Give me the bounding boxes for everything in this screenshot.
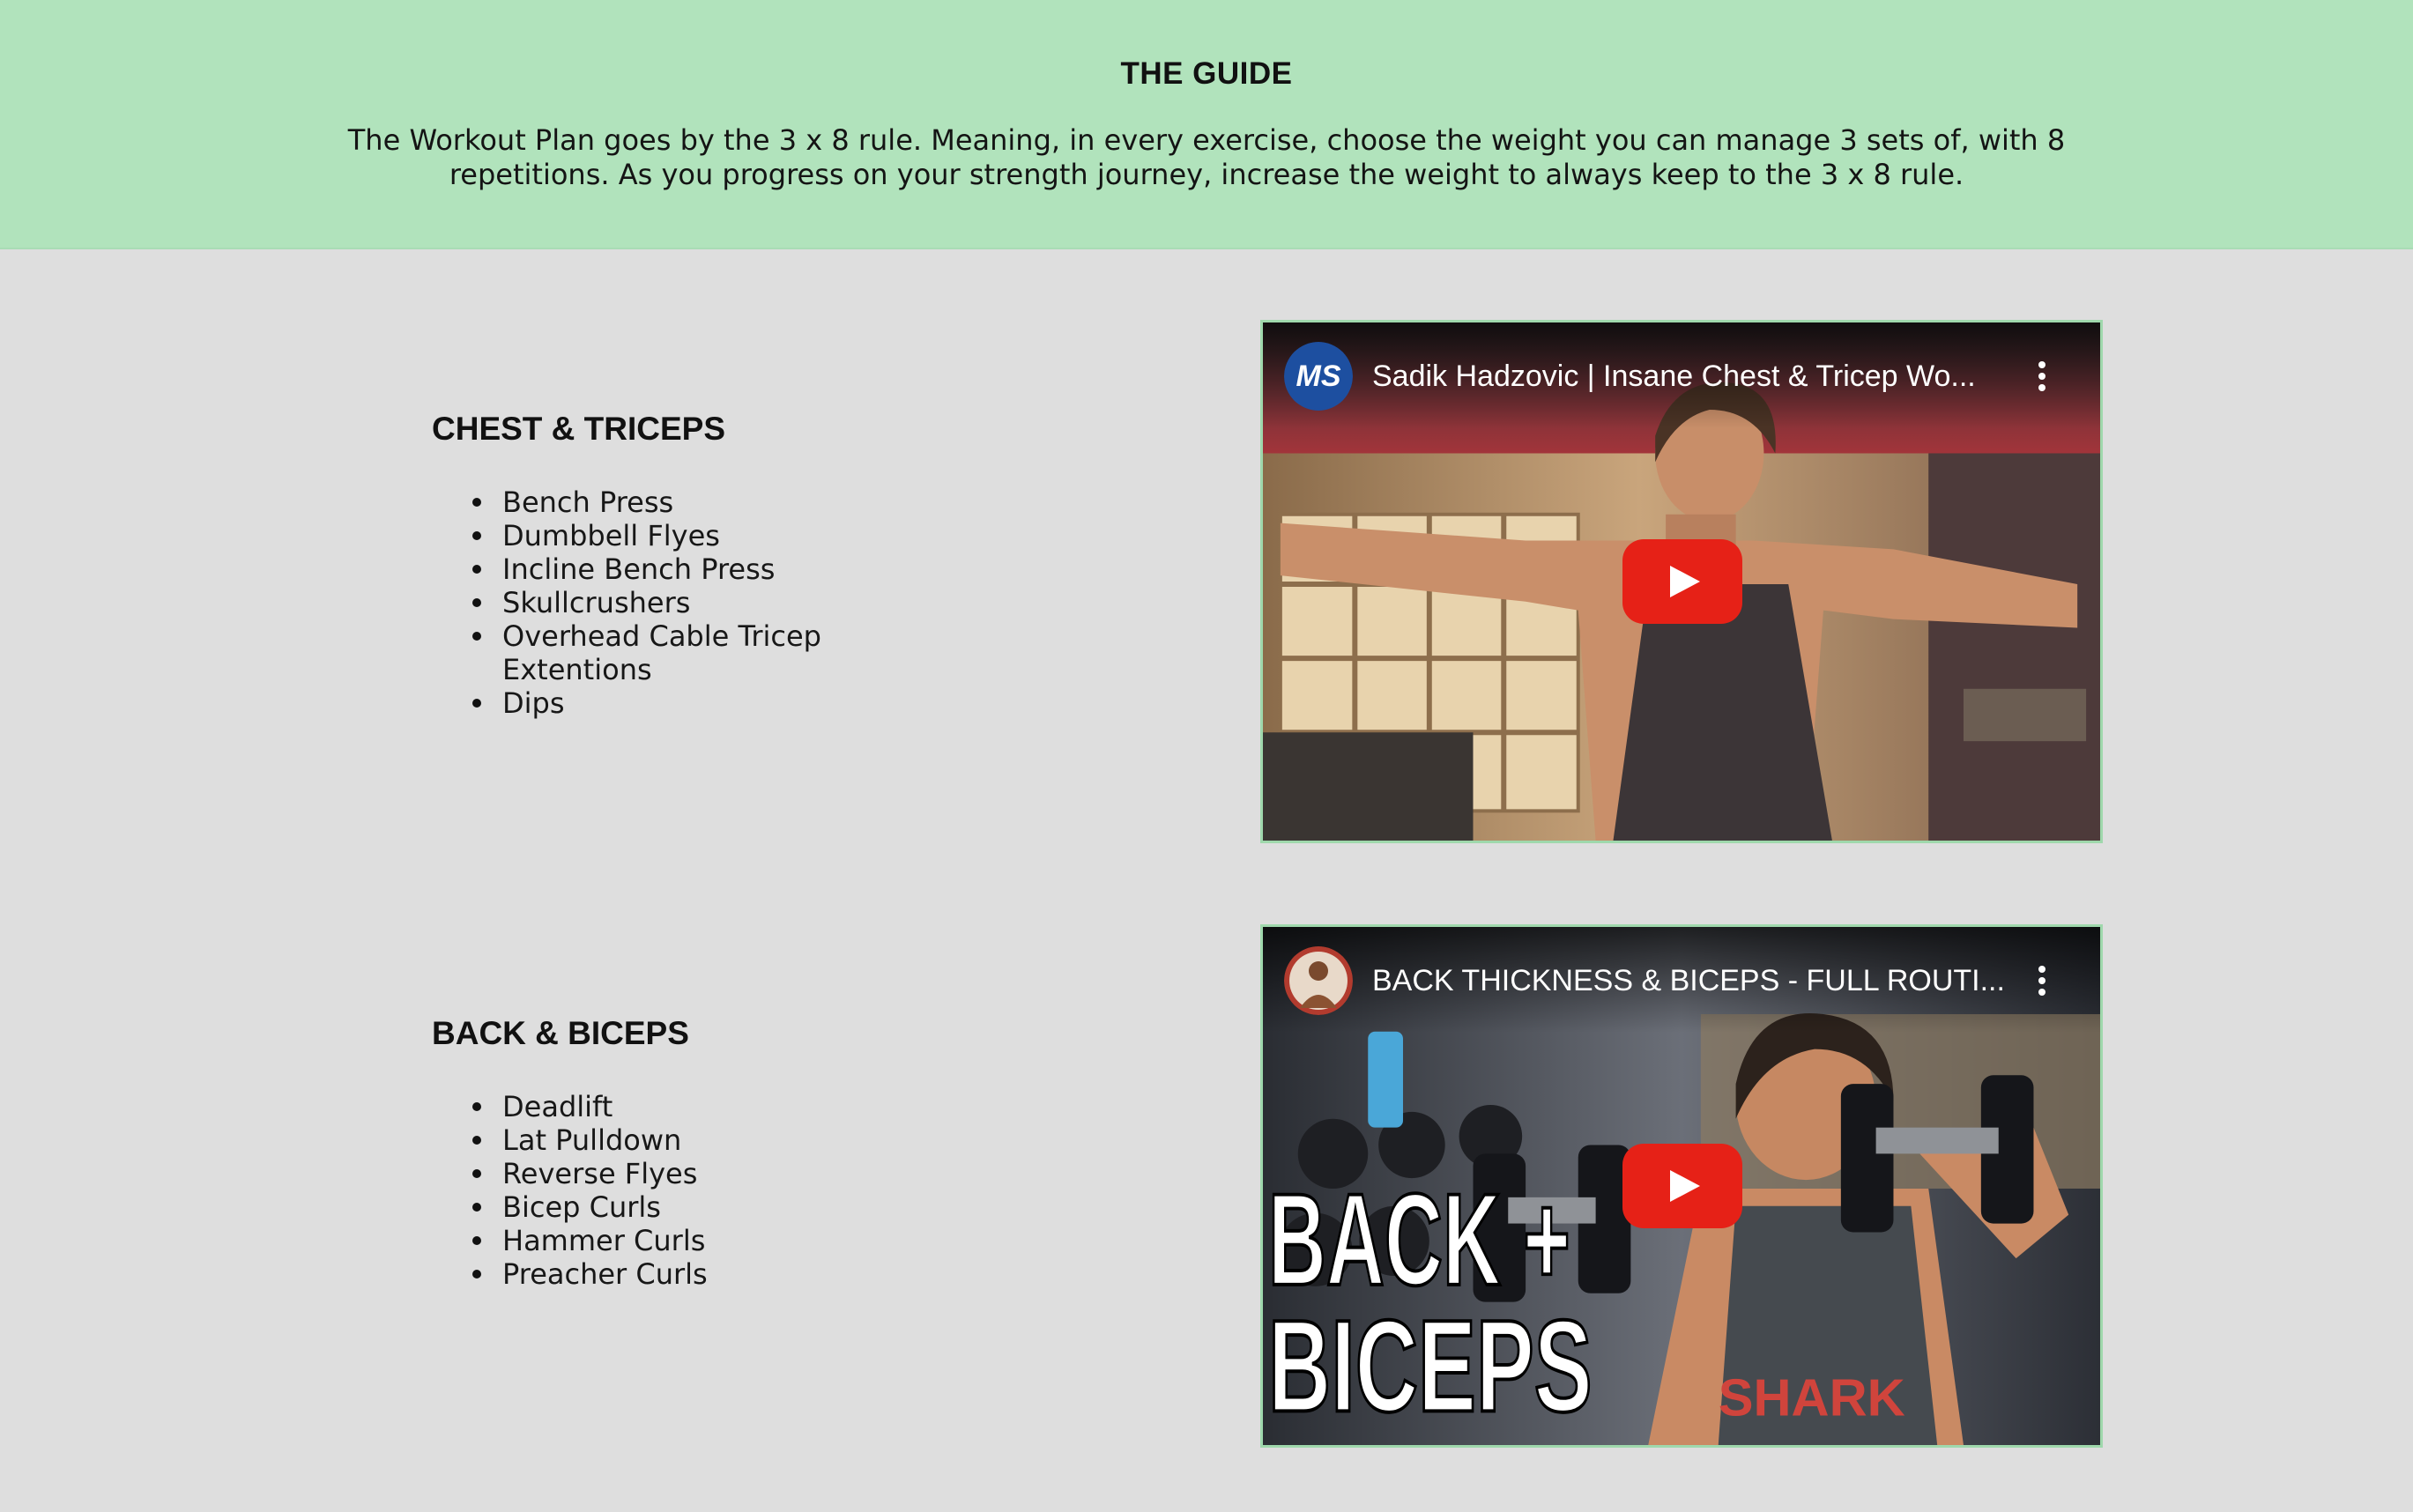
shirt-text: SHARK	[1719, 1367, 1905, 1427]
list-item: Preacher Curls	[472, 1257, 864, 1291]
list-item: Dips	[472, 686, 864, 720]
guide-title: THE GUIDE	[1120, 56, 1293, 91]
exercise-list: Bench Press Dumbbell Flyes Incline Bench…	[437, 485, 864, 720]
more-vert-icon[interactable]	[2037, 966, 2047, 997]
channel-logo-icon[interactable]: MS	[1284, 342, 1353, 411]
section-title: CHEST & TRICEPS	[432, 411, 726, 447]
guide-description: The Workout Plan goes by the 3 x 8 rule.…	[347, 123, 2066, 191]
video-title[interactable]: Sadik Hadzovic | Insane Chest & Tricep W…	[1372, 359, 2016, 394]
more-vert-icon[interactable]	[2037, 361, 2047, 393]
video-embed-back-biceps[interactable]: SHARK BACK + BICEPS BACK THICKNESS & BIC…	[1260, 924, 2103, 1448]
thumbnail-overlay-line-2: BICEPS	[1268, 1293, 1593, 1440]
section-title: BACK & BICEPS	[432, 1015, 689, 1051]
list-item: Hammer Curls	[472, 1224, 864, 1257]
list-item: Reverse Flyes	[472, 1157, 864, 1190]
list-item: Incline Bench Press	[472, 552, 864, 586]
play-button-icon[interactable]	[1622, 539, 1742, 624]
play-button-icon[interactable]	[1622, 1144, 1742, 1228]
exercise-list: Deadlift Lat Pulldown Reverse Flyes Bice…	[437, 1090, 864, 1291]
list-item: Deadlift	[472, 1090, 864, 1123]
video-title[interactable]: BACK THICKNESS & BICEPS - FULL ROUTI...	[1372, 964, 2016, 998]
guide-banner: THE GUIDE The Workout Plan goes by the 3…	[0, 0, 2413, 249]
list-item: Dumbbell Flyes	[472, 519, 864, 552]
channel-avatar-icon[interactable]	[1284, 946, 1353, 1015]
list-item: Bench Press	[472, 485, 864, 519]
thumbnail-overlay-line-1: BACK +	[1268, 1166, 1570, 1313]
list-item: Overhead Cable Tricep Extentions	[472, 619, 864, 686]
list-item: Skullcrushers	[472, 586, 864, 619]
video-embed-chest-triceps[interactable]: MS Sadik Hadzovic | Insane Chest & Trice…	[1260, 320, 2103, 843]
list-item: Lat Pulldown	[472, 1123, 864, 1157]
channel-badge-text: MS	[1296, 359, 1341, 393]
list-item: Bicep Curls	[472, 1190, 864, 1224]
